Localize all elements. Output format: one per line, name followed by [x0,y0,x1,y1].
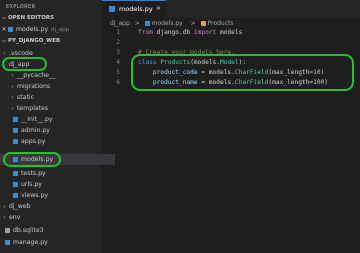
python-file-icon [13,116,18,122]
line-number: 4 [116,59,120,66]
close-icon[interactable]: ✕ [156,1,161,17]
python-file-icon [5,239,10,245]
chevron-right-icon: › [3,215,6,221]
python-file-icon [13,127,18,133]
breadcrumb-symbol[interactable]: Products [200,20,237,27]
python-file-icon [8,26,13,32]
python-file-icon [144,20,150,26]
explorer-title: EXPLORER [6,4,36,10]
line-number: 1 [116,29,120,36]
tree-item-templates[interactable]: › templates [0,103,110,114]
chevron-down-icon: ⌵ [2,38,6,44]
highlight-oval-code [131,54,354,91]
tree-item-dj-web[interactable]: › dj_web [0,201,102,212]
line-number: 3 [116,49,120,56]
python-file-icon [13,181,18,187]
python-file-icon [13,192,18,198]
tree-item-tests[interactable]: tests.py [0,168,115,179]
breadcrumb-folder[interactable]: dj_app [110,20,130,27]
code-line-1: from django.db import models [138,29,243,36]
tree-item-manage[interactable]: manage.py [0,237,107,248]
tree-item-db-sqlite3[interactable]: db.sqlite3 [0,225,107,236]
highlight-oval-models [3,152,61,167]
project-header[interactable]: ⌵ PY_DJANGO_WEB [0,37,102,46]
breadcrumb-separator: > [134,20,140,27]
python-file-icon [13,170,18,176]
tree-item-pycache[interactable]: › __pycache__ [0,70,110,81]
tab-models-py[interactable]: models.py ✕ [102,0,166,18]
line-number: 5 [116,69,120,76]
highlight-oval-dj-app [2,57,47,71]
open-editors-header[interactable]: ⌵ OPEN EDITORS [0,14,102,23]
tree-item-admin[interactable]: admin.py [0,125,115,136]
breadcrumb: dj_app > models.py > Products [102,18,360,29]
tree-item-env[interactable]: › env [0,212,102,223]
tree-item-init[interactable]: __init__.py [0,114,115,125]
class-icon [200,20,206,26]
tree-item-views[interactable]: views.py [0,190,115,201]
line-number: 6 [116,79,120,86]
editor-tab-bar: models.py ✕ [102,0,360,18]
chevron-down-icon: ⌵ [2,15,6,21]
tree-item-migrations[interactable]: › migrations [0,81,110,92]
database-file-icon [5,227,10,233]
python-file-icon [13,138,18,144]
close-icon[interactable]: ✕ [0,24,8,35]
tree-item-apps[interactable]: apps.py [0,136,115,147]
open-editor-item[interactable]: ✕ models.py dj_app [0,24,102,35]
tree-item-static[interactable]: › static [0,92,110,103]
tree-item-urls[interactable]: urls.py [0,179,115,190]
python-file-icon [109,6,115,12]
line-number: 2 [116,39,120,46]
breadcrumb-separator: > [190,20,196,27]
explorer-sidebar: EXPLORER ⌵ OPEN EDITORS ✕ models.py dj_app … [0,0,115,253]
breadcrumb-file[interactable]: models.py [144,20,186,27]
